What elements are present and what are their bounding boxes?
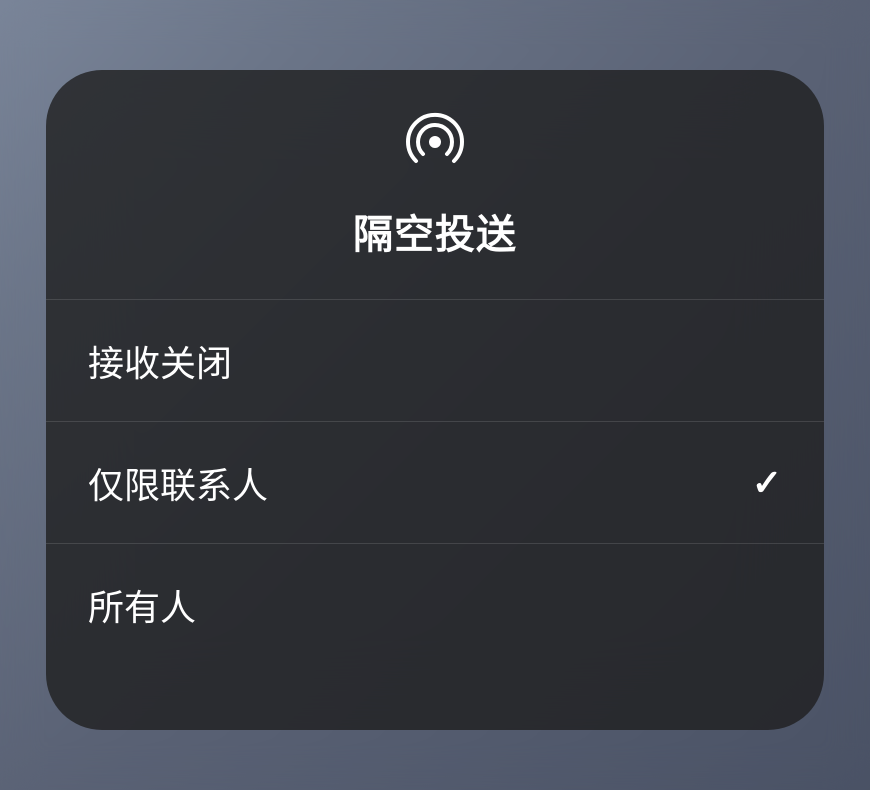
options-list: 接收关闭 ✓ 仅限联系人 ✓ 所有人 ✓ [46,300,824,666]
panel-title: 隔空投送 [353,202,517,260]
option-label: 接收关闭 [88,335,232,387]
panel-header: 隔空投送 [46,70,824,300]
checkmark-icon: ✓ [752,462,782,504]
airdrop-icon [403,110,467,174]
option-everyone[interactable]: 所有人 ✓ [46,544,824,666]
option-label: 仅限联系人 [88,457,268,509]
option-contacts-only[interactable]: 仅限联系人 ✓ [46,422,824,544]
airdrop-panel: 隔空投送 接收关闭 ✓ 仅限联系人 ✓ 所有人 ✓ [46,70,824,730]
option-receiving-off[interactable]: 接收关闭 ✓ [46,300,824,422]
option-label: 所有人 [88,579,196,631]
